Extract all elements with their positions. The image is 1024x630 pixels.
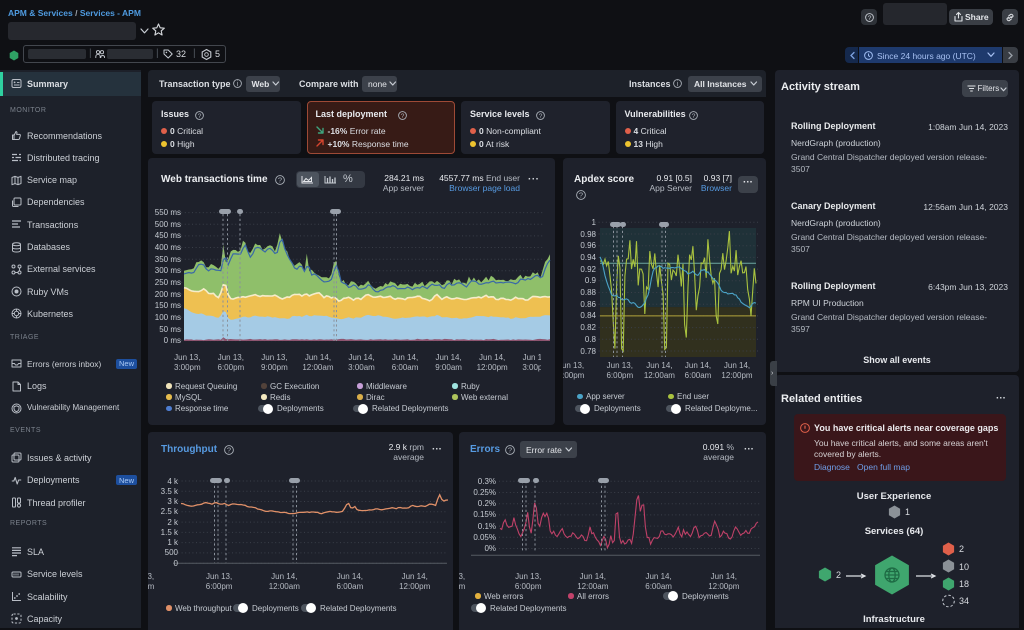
svg-text:?: ?	[401, 112, 405, 119]
svg-text:?: ?	[867, 14, 871, 21]
svg-text:?: ?	[692, 112, 696, 119]
svg-text:?: ?	[539, 112, 543, 119]
svg-text:?: ?	[198, 112, 202, 119]
